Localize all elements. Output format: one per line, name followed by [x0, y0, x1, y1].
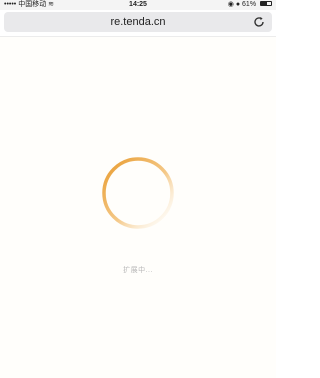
- status-bar: ••••• 中国移动 ≋ 14:25 ◉ ● 61%: [0, 0, 276, 10]
- url-text[interactable]: re.tenda.cn: [4, 12, 272, 32]
- reload-icon[interactable]: [252, 15, 266, 29]
- loading-text: 扩展中...: [123, 267, 153, 274]
- battery-percent: 61%: [242, 1, 257, 8]
- loading-spinner-icon: [102, 157, 174, 229]
- status-right: ◉ ● 61%: [228, 0, 272, 10]
- battery-icon: [260, 0, 272, 6]
- alarm-icon: ●: [235, 1, 241, 8]
- battery-fill: [261, 1, 268, 5]
- location-icon: ◉: [227, 1, 234, 8]
- address-bar[interactable]: re.tenda.cn: [4, 12, 272, 32]
- page-content: 扩展中...: [0, 37, 276, 378]
